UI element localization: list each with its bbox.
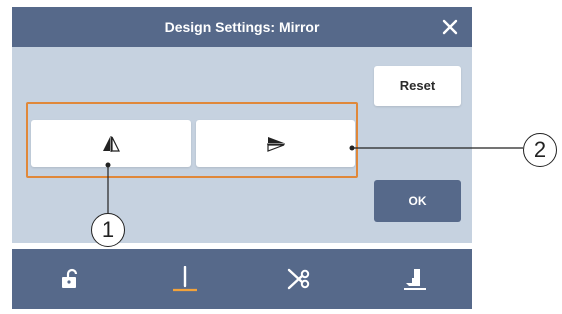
callout-leaders [105, 145, 523, 213]
callout-1: 1 [91, 213, 125, 247]
leader-2-dot [349, 145, 355, 151]
callout-2: 2 [523, 133, 557, 167]
leader-1-dot [105, 162, 111, 168]
